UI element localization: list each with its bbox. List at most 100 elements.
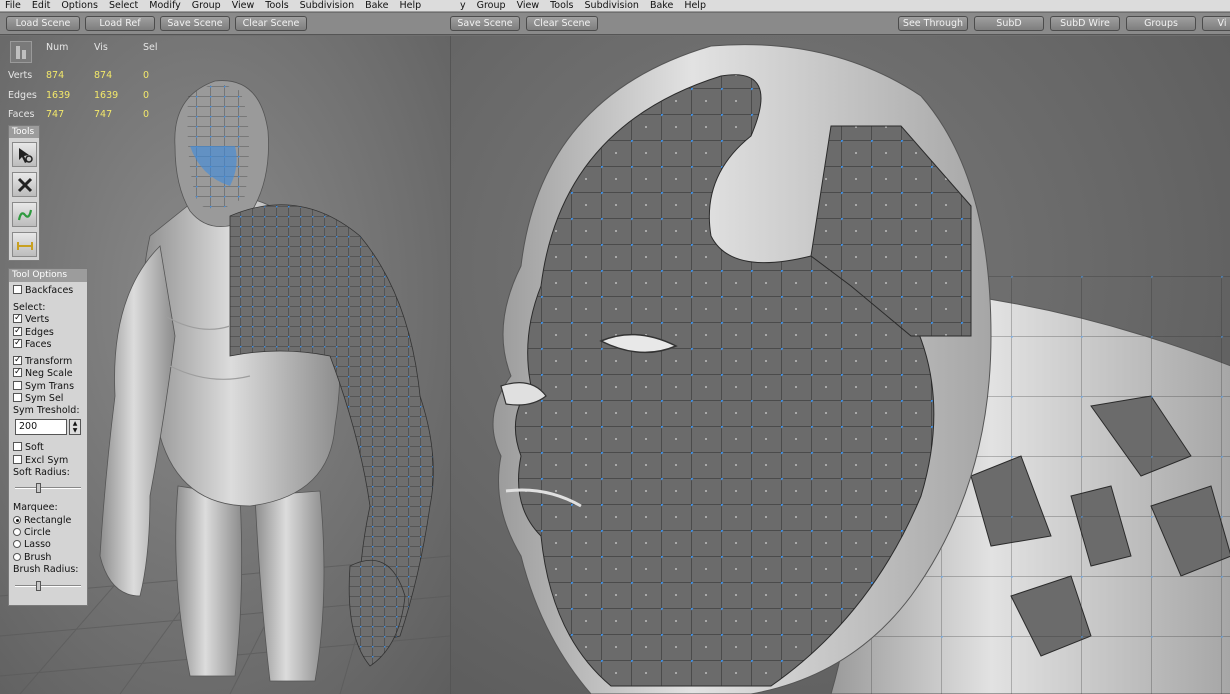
menu-item-view[interactable]: View: [227, 0, 261, 11]
checkbox-box[interactable]: [13, 381, 22, 390]
checkbox-box[interactable]: [13, 442, 22, 451]
transform-checkbox[interactable]: Transform: [13, 354, 72, 368]
view-button[interactable]: Vi: [1202, 16, 1230, 31]
checkbox-label: Edges: [25, 327, 54, 338]
stats-toggle-icon[interactable]: [10, 41, 32, 63]
stats-row-faces: Faces 747 747 0: [6, 109, 156, 123]
radio-button[interactable]: [13, 516, 21, 524]
subd-button[interactable]: SubD: [974, 16, 1044, 31]
load-scene-button[interactable]: Load Scene: [6, 16, 80, 31]
menu-item-right-group[interactable]: Group: [472, 0, 512, 11]
stats-label: Edges: [8, 90, 37, 101]
soft-checkbox[interactable]: Soft: [13, 442, 44, 454]
brush-radius-slider[interactable]: [15, 581, 81, 591]
stats-header-num: Num: [46, 42, 69, 53]
right-viewport[interactable]: [450, 36, 1230, 694]
slider-knob[interactable]: [36, 581, 42, 591]
menu-item-file[interactable]: File: [0, 0, 27, 11]
tool-options-panel: Tool Options Backfaces Select: Verts Edg…: [8, 268, 88, 606]
checkbox-label: Sym Trans: [25, 381, 75, 392]
tool-options-title: Tool Options: [9, 269, 87, 282]
clear-scene-button-2[interactable]: Clear Scene: [526, 16, 598, 31]
slider-track: [15, 487, 81, 489]
menu-item-bake[interactable]: Bake: [360, 0, 394, 11]
marquee-lasso-radio[interactable]: Lasso: [13, 539, 51, 551]
checkbox-box[interactable]: [13, 354, 22, 366]
tools-title: Tools: [9, 126, 39, 138]
menu-item-tools[interactable]: Tools: [260, 0, 294, 11]
checkbox-label: Backfaces: [25, 285, 74, 296]
clear-scene-button[interactable]: Clear Scene: [235, 16, 307, 31]
transform-move-icon[interactable]: [12, 172, 37, 197]
menu-item-options[interactable]: Options: [56, 0, 104, 11]
checkbox-box[interactable]: [13, 285, 22, 294]
checkbox-box[interactable]: [13, 312, 22, 324]
stats-label: Verts: [8, 70, 33, 81]
stats-value: 874: [94, 70, 113, 81]
marquee-circle-radio[interactable]: Circle: [13, 527, 51, 539]
stats-row-edges: Edges 1639 1639 0: [6, 90, 156, 104]
marquee-brush-radio[interactable]: Brush: [13, 552, 51, 564]
checkbox-box[interactable]: [13, 325, 22, 337]
brush-radius-label: Brush Radius:: [13, 564, 79, 575]
sym-trans-checkbox[interactable]: Sym Trans: [13, 381, 74, 393]
stats-label: Faces: [8, 109, 35, 120]
save-scene-button[interactable]: Save Scene: [160, 16, 230, 31]
menu-item-right-view[interactable]: View: [512, 0, 546, 11]
stats-value: 747: [94, 109, 113, 120]
toolbar: Load Scene Load Ref Save Scene Clear Sce…: [0, 13, 1230, 35]
menu-item-right-y[interactable]: y: [455, 0, 472, 11]
radio-button[interactable]: [13, 540, 21, 548]
radio-label: Circle: [24, 527, 51, 538]
sym-sel-checkbox[interactable]: Sym Sel: [13, 393, 63, 405]
soft-radius-slider[interactable]: [15, 483, 81, 493]
head-closeup-model: [492, 44, 1230, 694]
excl-sym-checkbox[interactable]: Excl Sym: [13, 455, 68, 467]
slider-knob[interactable]: [36, 483, 42, 493]
stats-row-verts: Verts 874 874 0: [6, 70, 156, 84]
stats-value: 0: [143, 70, 150, 81]
slider-track: [15, 585, 81, 587]
backfaces-checkbox[interactable]: Backfaces: [13, 285, 73, 297]
subd-wire-button[interactable]: SubD Wire: [1050, 16, 1120, 31]
sym-threshold-input[interactable]: 200: [15, 419, 67, 435]
menu-item-right-help[interactable]: Help: [679, 0, 712, 11]
menu-item-right-tools[interactable]: Tools: [545, 0, 579, 11]
radio-label: Lasso: [24, 539, 51, 550]
stats-value: 0: [143, 90, 150, 101]
menu-item-help[interactable]: Help: [394, 0, 427, 11]
checkbox-label: Faces: [25, 339, 52, 350]
checkbox-box[interactable]: [13, 337, 22, 349]
measure-tool-icon[interactable]: [12, 232, 37, 257]
menu-item-subdivision[interactable]: Subdivision: [295, 0, 360, 11]
checkbox-box[interactable]: [13, 455, 22, 464]
groups-button[interactable]: Groups: [1126, 16, 1196, 31]
radio-button[interactable]: [13, 553, 21, 561]
stats-value: 0: [143, 109, 150, 120]
radio-button[interactable]: [13, 528, 21, 536]
stats-header-sel: Sel: [143, 42, 158, 53]
curve-tool-icon[interactable]: [12, 202, 37, 227]
checkbox-box[interactable]: [13, 366, 22, 378]
save-scene-button-2[interactable]: Save Scene: [450, 16, 520, 31]
menu-item-modify[interactable]: Modify: [144, 0, 186, 11]
load-ref-button[interactable]: Load Ref: [85, 16, 155, 31]
checkbox-label: Verts: [25, 314, 50, 325]
neg-scale-checkbox[interactable]: Neg Scale: [13, 366, 73, 380]
stats-value: 874: [46, 70, 65, 81]
menu-item-group[interactable]: Group: [187, 0, 227, 11]
faces-checkbox[interactable]: Faces: [13, 337, 52, 351]
select-arrow-icon[interactable]: [12, 142, 37, 167]
menu-item-select[interactable]: Select: [104, 0, 144, 11]
stats-value: 747: [46, 109, 65, 120]
checkbox-box[interactable]: [13, 393, 22, 402]
menu-item-right-bake[interactable]: Bake: [645, 0, 679, 11]
marquee-rectangle-radio[interactable]: Rectangle: [13, 515, 71, 527]
stats-value: 1639: [94, 90, 119, 101]
menu-item-right-subdivision[interactable]: Subdivision: [580, 0, 645, 11]
left-viewport[interactable]: Num Vis Sel Verts 874 874 0 Edges 1639 1…: [0, 36, 450, 694]
see-through-button[interactable]: See Through: [898, 16, 968, 31]
soft-radius-label: Soft Radius:: [13, 467, 70, 478]
sym-threshold-stepper[interactable]: ▲ ▼: [69, 419, 81, 435]
menu-item-edit[interactable]: Edit: [27, 0, 56, 11]
